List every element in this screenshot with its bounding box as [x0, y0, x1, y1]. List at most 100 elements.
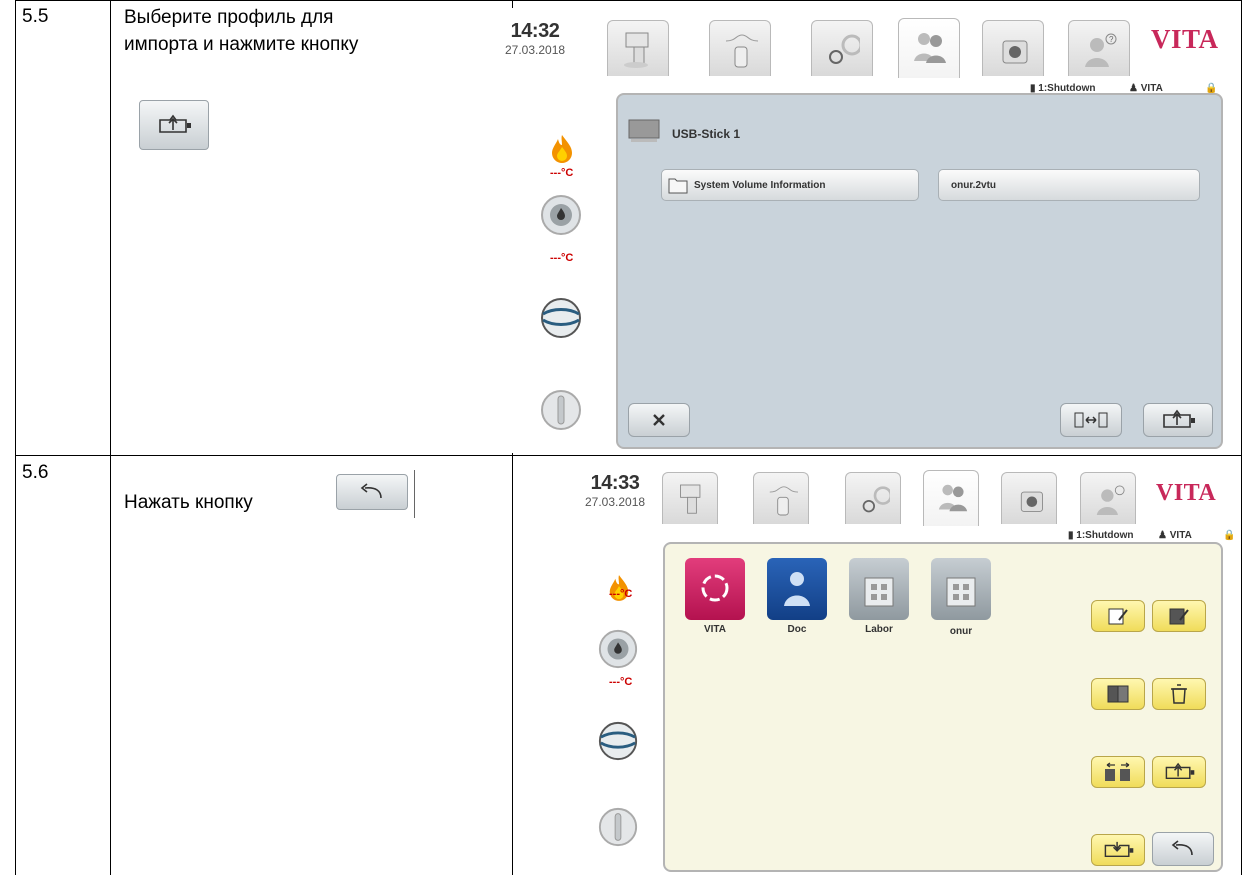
table-border-right [1241, 0, 1242, 875]
transfer-profile-button[interactable] [1091, 756, 1145, 788]
new-profile-button[interactable] [1091, 600, 1145, 632]
edit-icon [1169, 608, 1189, 625]
profile-label: Labor [865, 624, 893, 635]
file-browser-panel: USB-Stick 1 System Volume Information on… [616, 93, 1223, 449]
usb-import-icon [159, 114, 191, 133]
profile-onur-icon[interactable] [931, 558, 991, 620]
power-icon[interactable] [597, 806, 639, 853]
copy-profile-button[interactable] [1091, 678, 1145, 710]
status-user-text: VITA [1169, 530, 1192, 541]
usb-import-icon [1163, 409, 1195, 428]
step-number: 5.6 [22, 462, 49, 483]
close-icon [653, 414, 665, 426]
folder-item[interactable]: System Volume Information [661, 169, 919, 201]
firing-icon [769, 486, 798, 516]
device-screen-users: 14:33 27.03.2018 VITA ▮ 1:Shutdown ♟ VIT… [585, 468, 1235, 874]
cycle-flame-icon[interactable] [539, 193, 583, 242]
step-text: Выберите профиль для импорта и нажмите к… [124, 4, 358, 58]
status-program: ▮ 1:Shutdown [1068, 530, 1134, 541]
flame-icon [549, 133, 575, 170]
vita-logo: VITA [1156, 480, 1217, 506]
vita-logo: VITA [1151, 24, 1219, 54]
table-border-left [15, 0, 16, 875]
device-screen-export: 14:32 27.03.2018 ? VITA ▮ 1:Shutdown ♟ V… [505, 8, 1225, 453]
back-arrow-icon [360, 483, 382, 499]
folder-icon [668, 178, 688, 194]
temp-readout: ---°C [550, 252, 574, 264]
temp-readout: ---°C [550, 167, 574, 179]
help-user-icon [1096, 485, 1125, 515]
usb-import-icon [1165, 762, 1195, 780]
power-icon[interactable] [539, 388, 583, 437]
clock: 14:33 27.03.2018 [585, 472, 645, 509]
profile-label: onur [949, 626, 973, 637]
profile-labor-icon[interactable] [849, 558, 909, 620]
time: 14:32 [510, 20, 560, 42]
profile-label: Doc [787, 624, 807, 635]
time: 14:33 [590, 472, 640, 494]
tab-program[interactable] [662, 472, 718, 524]
date: 27.03.2018 [505, 43, 566, 57]
clock: 14:32 27.03.2018 [505, 20, 565, 57]
vacuum-icon[interactable] [539, 296, 583, 345]
status-program-text: 1:Shutdown [1076, 530, 1134, 541]
date: 27.03.2018 [585, 495, 646, 509]
tab-help[interactable] [1080, 472, 1136, 524]
vacuum-icon[interactable] [597, 720, 639, 767]
step-number: 5.5 [22, 6, 49, 27]
profile-doc-icon[interactable] [767, 558, 827, 620]
lock-icon: 🔒 [1223, 530, 1236, 541]
tab-help[interactable]: ? [1068, 20, 1130, 76]
sample-divider [414, 470, 415, 518]
step-text-line: Выберите профиль для [124, 7, 334, 28]
copy-icon [1107, 685, 1129, 703]
import-usb-button[interactable] [1091, 834, 1145, 866]
back-arrow-icon [1171, 840, 1193, 856]
export-usb-button[interactable] [1152, 756, 1206, 788]
temp-readout: ---°C [609, 676, 633, 688]
file-item[interactable]: onur.2vtu [938, 169, 1200, 201]
trash-icon [1171, 684, 1187, 704]
camera-icon [1002, 40, 1028, 64]
profile-label: VITA [703, 624, 727, 635]
tab-users[interactable] [898, 18, 960, 78]
file-label: onur.2vtu [951, 180, 997, 191]
profile-vita-icon[interactable] [685, 558, 745, 620]
furnace-icon [680, 484, 701, 514]
furnace-icon [624, 32, 649, 68]
gear-icon [862, 486, 890, 513]
users-icon [914, 33, 946, 63]
tab-firing[interactable] [709, 20, 771, 76]
temp-readout: ---°C [609, 588, 633, 600]
tab-camera[interactable] [1001, 472, 1057, 524]
usb-export-icon [1104, 841, 1134, 858]
help-user-icon: ? [1085, 33, 1117, 67]
svg-text:?: ? [1109, 35, 1114, 44]
transfer-icon [1074, 412, 1108, 428]
status-user: ♟ VITA [1158, 530, 1192, 541]
tab-firing[interactable] [753, 472, 809, 524]
import-button[interactable] [1143, 403, 1213, 437]
usb-drive-icon [628, 119, 660, 142]
delete-profile-button[interactable] [1152, 678, 1206, 710]
tab-camera[interactable] [982, 20, 1044, 76]
transfer-button[interactable] [1060, 403, 1122, 437]
cancel-button[interactable] [628, 403, 690, 437]
gear-icon [829, 34, 860, 64]
camera-icon [1020, 491, 1043, 512]
tab-users[interactable] [923, 470, 979, 526]
tab-program[interactable] [607, 20, 669, 76]
table-divider-1 [110, 0, 111, 875]
back-button[interactable] [1152, 832, 1214, 866]
cycle-flame-icon[interactable] [597, 628, 639, 675]
firing-icon [725, 34, 758, 68]
users-icon [938, 484, 968, 512]
transfer-icon [1105, 762, 1130, 781]
edit-profile-button[interactable] [1152, 600, 1206, 632]
tab-settings[interactable] [845, 472, 901, 524]
table-border-middle [15, 455, 1242, 456]
tab-settings[interactable] [811, 20, 873, 76]
table-border-top [15, 0, 1242, 1]
import-button-sample [139, 100, 209, 150]
drive-label: USB-Stick 1 [672, 127, 741, 141]
